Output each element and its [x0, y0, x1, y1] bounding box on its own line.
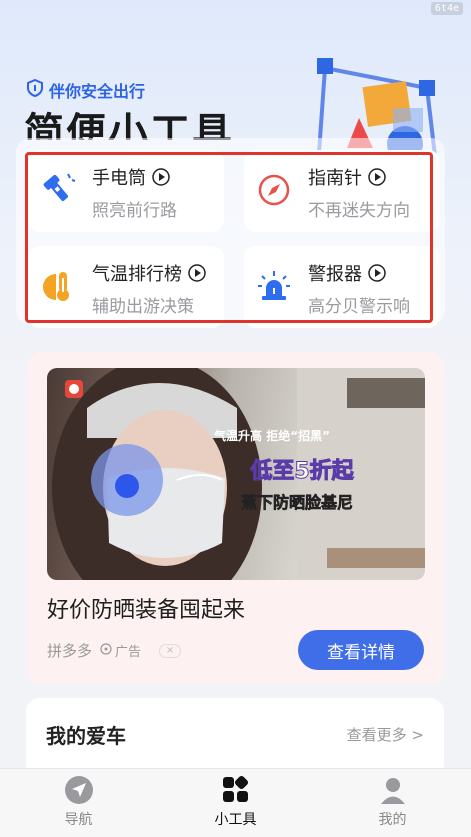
- tool-card-flashlight[interactable]: 手电筒 照亮前行路: [28, 150, 224, 232]
- tool-name: 指南针: [308, 168, 362, 189]
- play-icon: [368, 264, 386, 282]
- ad-banner-image[interactable]: 气温升高 拒绝“招黑” 低至5折起 蕉下防晒脸基尼: [47, 368, 425, 580]
- play-icon: [368, 168, 386, 186]
- profile-icon: [378, 775, 408, 805]
- thermometer-icon: [40, 268, 76, 304]
- ad-label-text: 广告: [115, 645, 142, 660]
- hero-tag-label: 伴你安全出行: [49, 82, 146, 101]
- tool-subtitle: 不再迷失方向: [308, 201, 410, 221]
- tool-subtitle: 高分贝警示响: [308, 297, 410, 317]
- tool-name: 气温排行榜: [92, 264, 182, 285]
- tab-tools[interactable]: 小工具: [157, 769, 314, 837]
- my-car-card: 我的爱车 查看更多 >: [26, 698, 444, 778]
- tab-label: 导航: [64, 812, 93, 828]
- bottom-tab-bar: 导航 小工具 我的: [0, 768, 471, 837]
- tool-card-temperature-ranking[interactable]: 气温排行榜 辅助出游决策: [28, 246, 224, 328]
- tool-name: 警报器: [308, 264, 362, 285]
- ad-card[interactable]: 气温升高 拒绝“招黑” 低至5折起 蕉下防晒脸基尼 好价防晒装备囤起来 拼多多 …: [28, 352, 444, 684]
- shield-icon: [26, 78, 44, 101]
- ad-banner-text-1: 气温升高 拒绝“招黑”: [213, 428, 330, 443]
- ad-source: 拼多多: [47, 642, 93, 660]
- alarm-siren-icon: [256, 268, 292, 304]
- tool-subtitle: 辅助出游决策: [92, 297, 194, 317]
- hero-tag: 伴你安全出行: [26, 78, 145, 102]
- tab-label: 小工具: [214, 812, 257, 828]
- view-more-link[interactable]: 查看更多 >: [347, 724, 424, 745]
- corner-badge: 6t4e: [430, 2, 463, 15]
- ad-close-button[interactable]: ×: [159, 643, 182, 658]
- tab-label: 我的: [378, 812, 407, 828]
- play-icon: [188, 264, 206, 282]
- compass-icon: [256, 172, 292, 208]
- tab-navigation[interactable]: 导航: [0, 769, 157, 837]
- ad-banner-text-2: 低至5折起: [249, 459, 354, 484]
- flashlight-icon: [40, 172, 76, 208]
- page-title: 简便小工具: [24, 110, 234, 140]
- tool-card-alarm[interactable]: 警报器 高分贝警示响: [244, 246, 440, 328]
- ad-meta: 拼多多 广告 ×: [47, 640, 182, 661]
- tools-grid-icon: [221, 775, 251, 805]
- tools-panel: 手电筒 照亮前行路 指南针 不再迷失方向 气温排行榜 辅助出游决策 警报器 高分…: [16, 138, 445, 328]
- view-details-button[interactable]: 查看详情: [298, 630, 424, 670]
- ad-title[interactable]: 好价防晒装备囤起来: [47, 592, 245, 624]
- tool-card-compass[interactable]: 指南针 不再迷失方向: [244, 150, 440, 232]
- my-car-title: 我的爱车: [46, 724, 126, 748]
- tab-profile[interactable]: 我的: [314, 769, 471, 837]
- play-icon: [152, 168, 170, 186]
- ad-label: 广告: [100, 641, 141, 660]
- ad-banner-text-3: 蕉下防晒脸基尼: [241, 493, 353, 512]
- tool-subtitle: 照亮前行路: [92, 201, 177, 221]
- navigation-icon: [64, 775, 94, 805]
- tool-name: 手电筒: [92, 168, 146, 189]
- ad-info-icon: [100, 642, 112, 659]
